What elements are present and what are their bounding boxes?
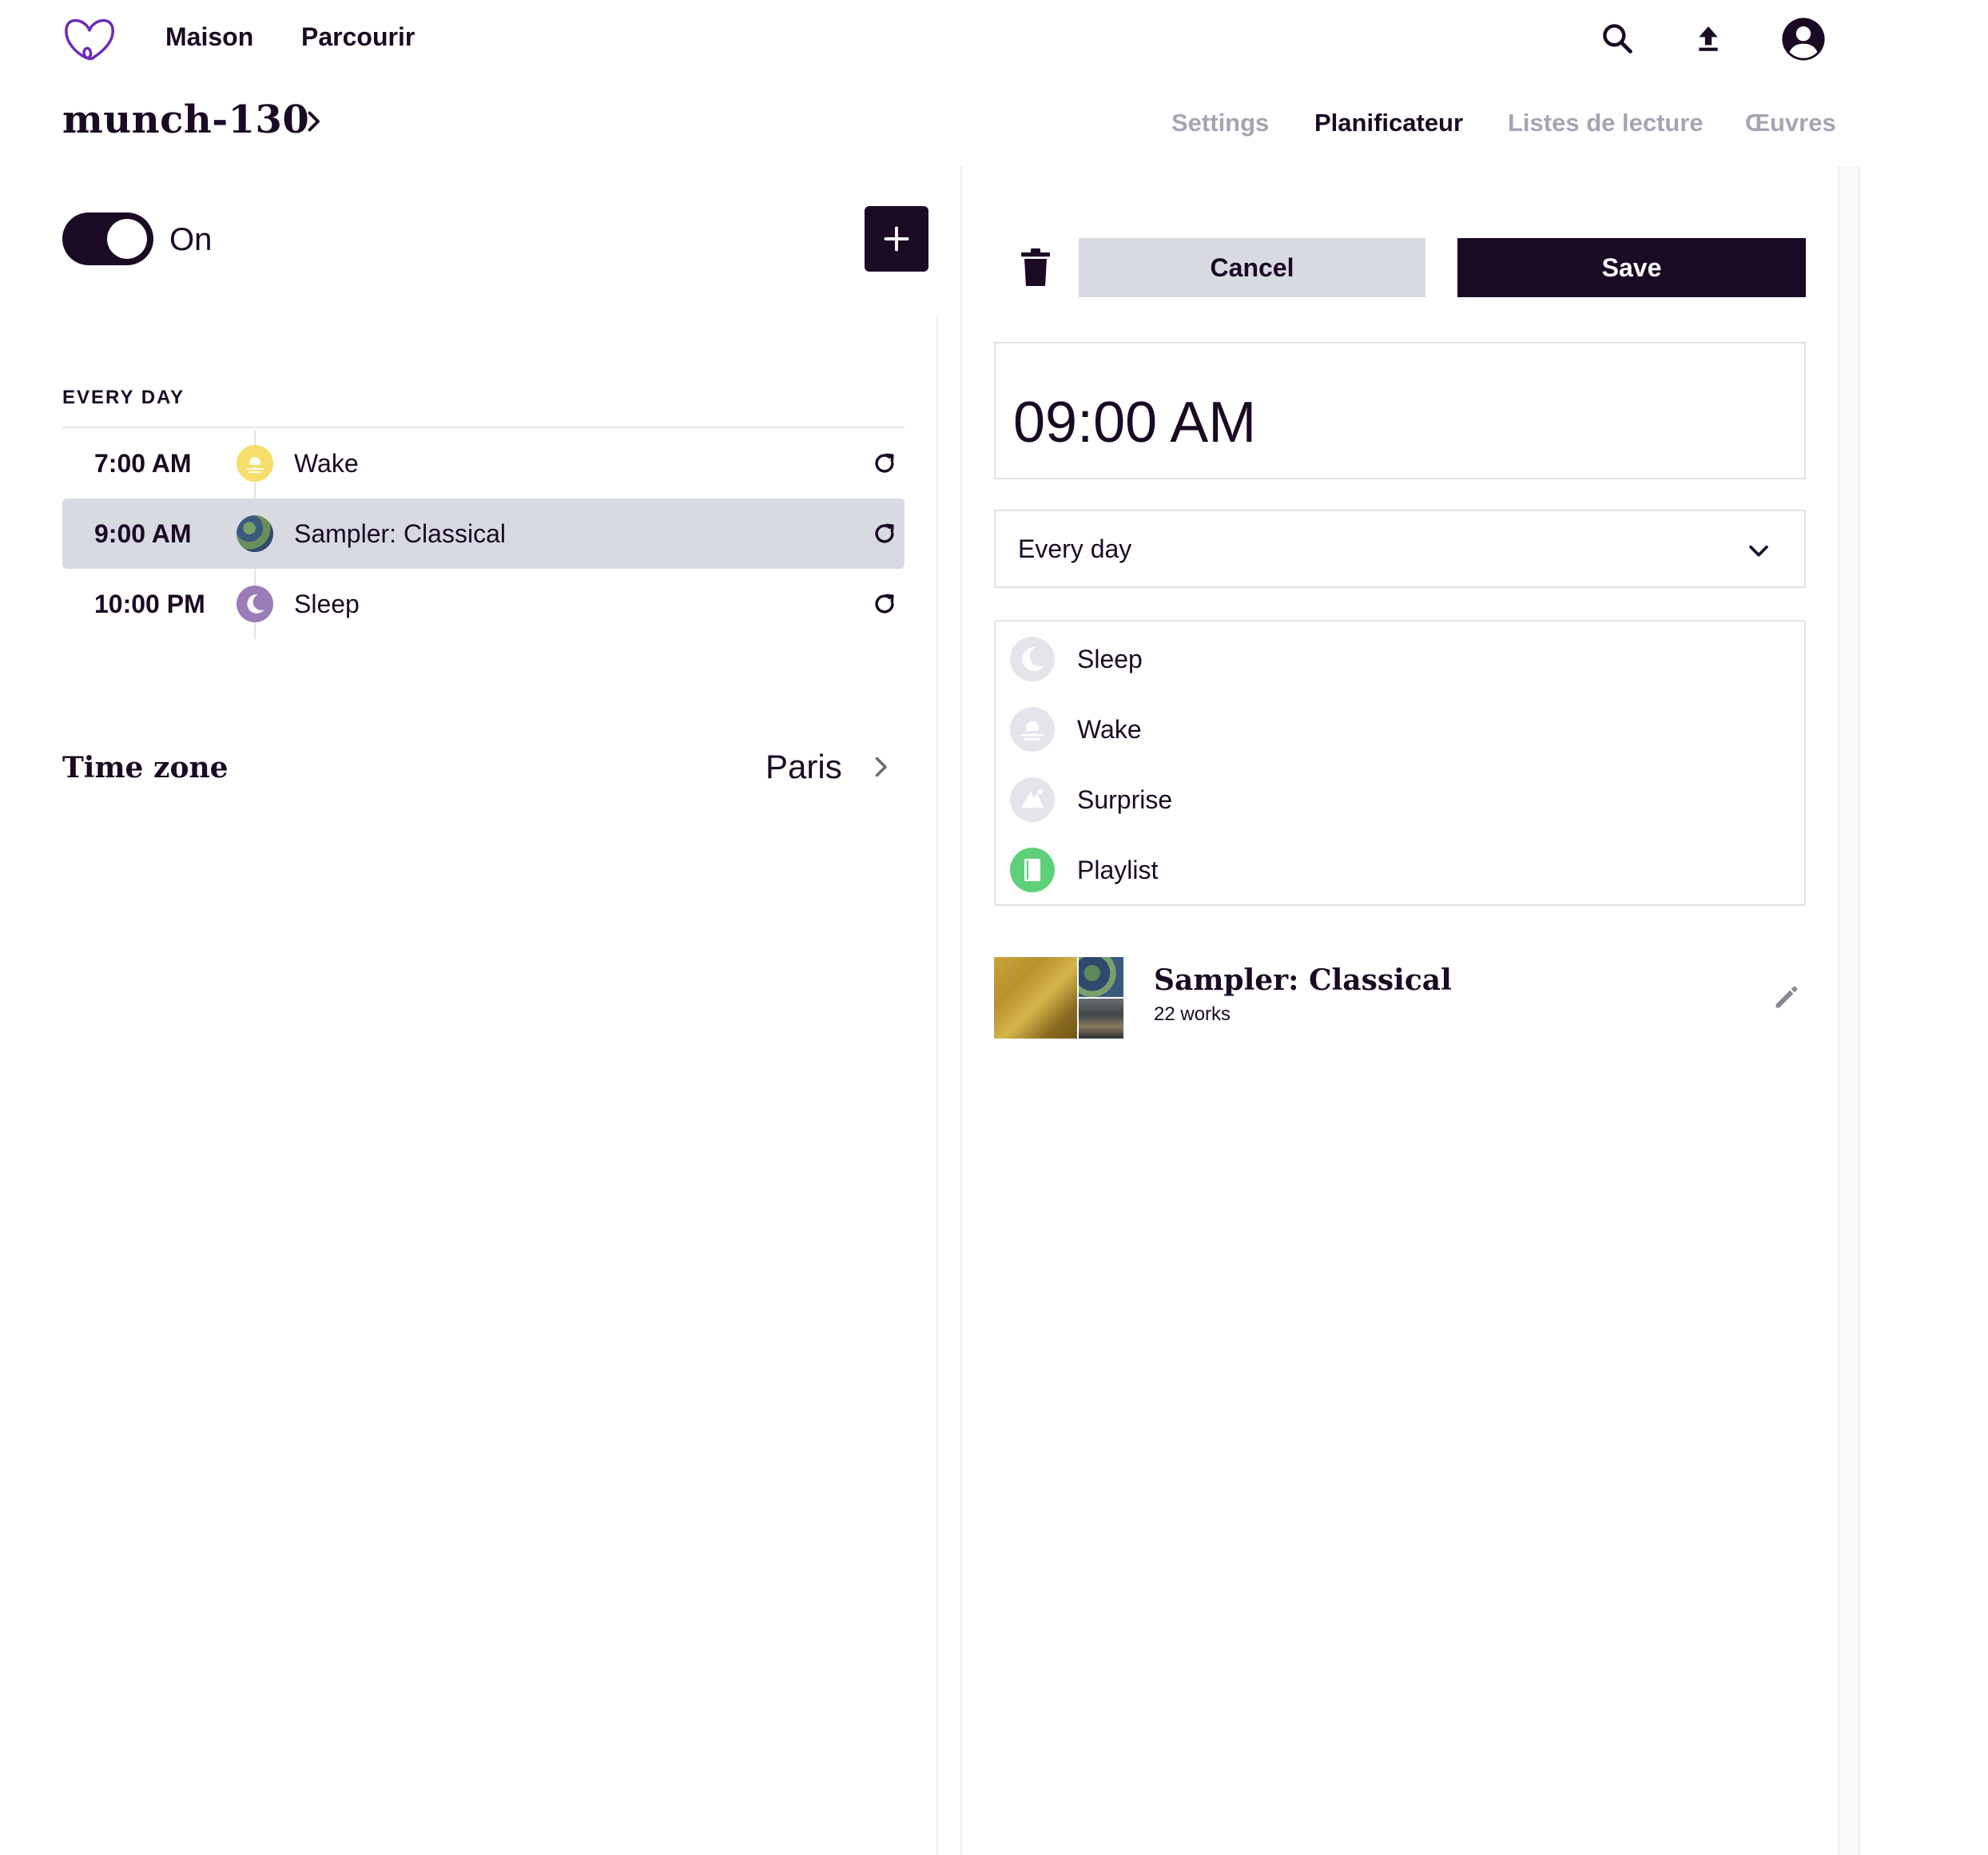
artwork-thumbnail xyxy=(994,957,1077,1039)
type-label: Sleep xyxy=(1077,644,1143,673)
tab-settings[interactable]: Settings xyxy=(1171,109,1269,137)
timezone-value[interactable]: Paris xyxy=(765,748,842,786)
playlist-title: Sampler: Classical xyxy=(1154,963,1452,997)
nav-link-parcourir[interactable]: Parcourir xyxy=(301,22,415,52)
trash-icon[interactable] xyxy=(1020,248,1055,289)
toggle-label: On xyxy=(169,222,213,257)
type-option-sleep[interactable]: Sleep xyxy=(1010,633,1777,685)
sunrise-icon xyxy=(237,445,273,482)
tab-oeuvres[interactable]: Œuvres xyxy=(1745,109,1836,137)
time-input[interactable]: 09:00 AM xyxy=(994,342,1806,479)
moon-icon xyxy=(1010,637,1055,681)
schedule-time: 9:00 AM xyxy=(94,518,192,548)
repeat-icon xyxy=(871,520,898,547)
repeat-icon xyxy=(871,590,898,618)
playlist-thumbnail xyxy=(994,957,1123,1039)
type-label: Surprise xyxy=(1077,785,1173,814)
schedule-row-sleep[interactable]: 10:00 PM Sleep xyxy=(62,569,905,639)
device-name: munch-130 xyxy=(62,97,310,142)
nav-link-maison[interactable]: Maison xyxy=(165,22,253,52)
timezone-label: Time zone xyxy=(62,751,229,785)
sunrise-icon xyxy=(1010,707,1055,752)
search-icon[interactable] xyxy=(1595,16,1640,61)
app-logo[interactable] xyxy=(62,14,117,64)
repeat-icon xyxy=(871,450,898,477)
pencil-icon[interactable] xyxy=(1771,981,1803,1013)
type-option-wake[interactable]: Wake xyxy=(1010,703,1777,756)
playlist-count: 22 works xyxy=(1154,1003,1231,1025)
artwork-thumbnail xyxy=(1079,999,1123,1039)
schedule-row-wake[interactable]: 7:00 AM Wake xyxy=(62,428,905,499)
artwork-thumbnail xyxy=(1079,957,1123,997)
schedule-title: Sampler: Classical xyxy=(294,518,506,548)
schedule-title: Wake xyxy=(294,448,359,478)
upload-icon[interactable] xyxy=(1686,16,1731,61)
schedule-title: Sleep xyxy=(294,589,360,618)
section-label: EVERY DAY xyxy=(62,387,185,408)
cancel-button[interactable]: Cancel xyxy=(1079,238,1425,297)
add-schedule-button[interactable] xyxy=(865,206,928,272)
chevron-right-icon[interactable] xyxy=(299,107,328,136)
schedule-type-list: Sleep Wake Surprise Playlist xyxy=(994,620,1806,906)
panel-divider xyxy=(960,166,962,1855)
repeat-select[interactable]: Every day xyxy=(994,510,1806,588)
save-button[interactable]: Save xyxy=(1457,238,1806,297)
chevron-down-icon xyxy=(1745,537,1772,564)
surprise-icon xyxy=(1010,777,1055,822)
repeat-select-value: Every day xyxy=(1018,534,1132,563)
schedule-time: 10:00 PM xyxy=(94,589,205,618)
tab-listes-de-lecture[interactable]: Listes de lecture xyxy=(1508,109,1704,137)
scheduler-toggle[interactable] xyxy=(62,213,153,265)
schedule-time: 7:00 AM xyxy=(94,448,192,478)
artwork-thumbnail xyxy=(237,515,273,552)
type-label: Wake xyxy=(1077,714,1142,744)
chevron-right-icon[interactable] xyxy=(866,753,895,781)
account-icon[interactable] xyxy=(1779,14,1828,64)
type-option-surprise[interactable]: Surprise xyxy=(1010,773,1777,826)
moon-icon xyxy=(237,586,273,622)
playlist-icon xyxy=(1010,848,1055,892)
plus-icon xyxy=(884,226,909,252)
type-label: Playlist xyxy=(1077,855,1159,884)
schedule-row-sampler-classical[interactable]: 9:00 AM Sampler: Classical xyxy=(62,499,905,569)
type-option-playlist[interactable]: Playlist xyxy=(1010,844,1777,896)
tab-planificateur[interactable]: Planificateur xyxy=(1314,109,1463,137)
panel-divider xyxy=(936,316,938,1855)
scrollbar-track[interactable] xyxy=(1838,166,1860,1855)
